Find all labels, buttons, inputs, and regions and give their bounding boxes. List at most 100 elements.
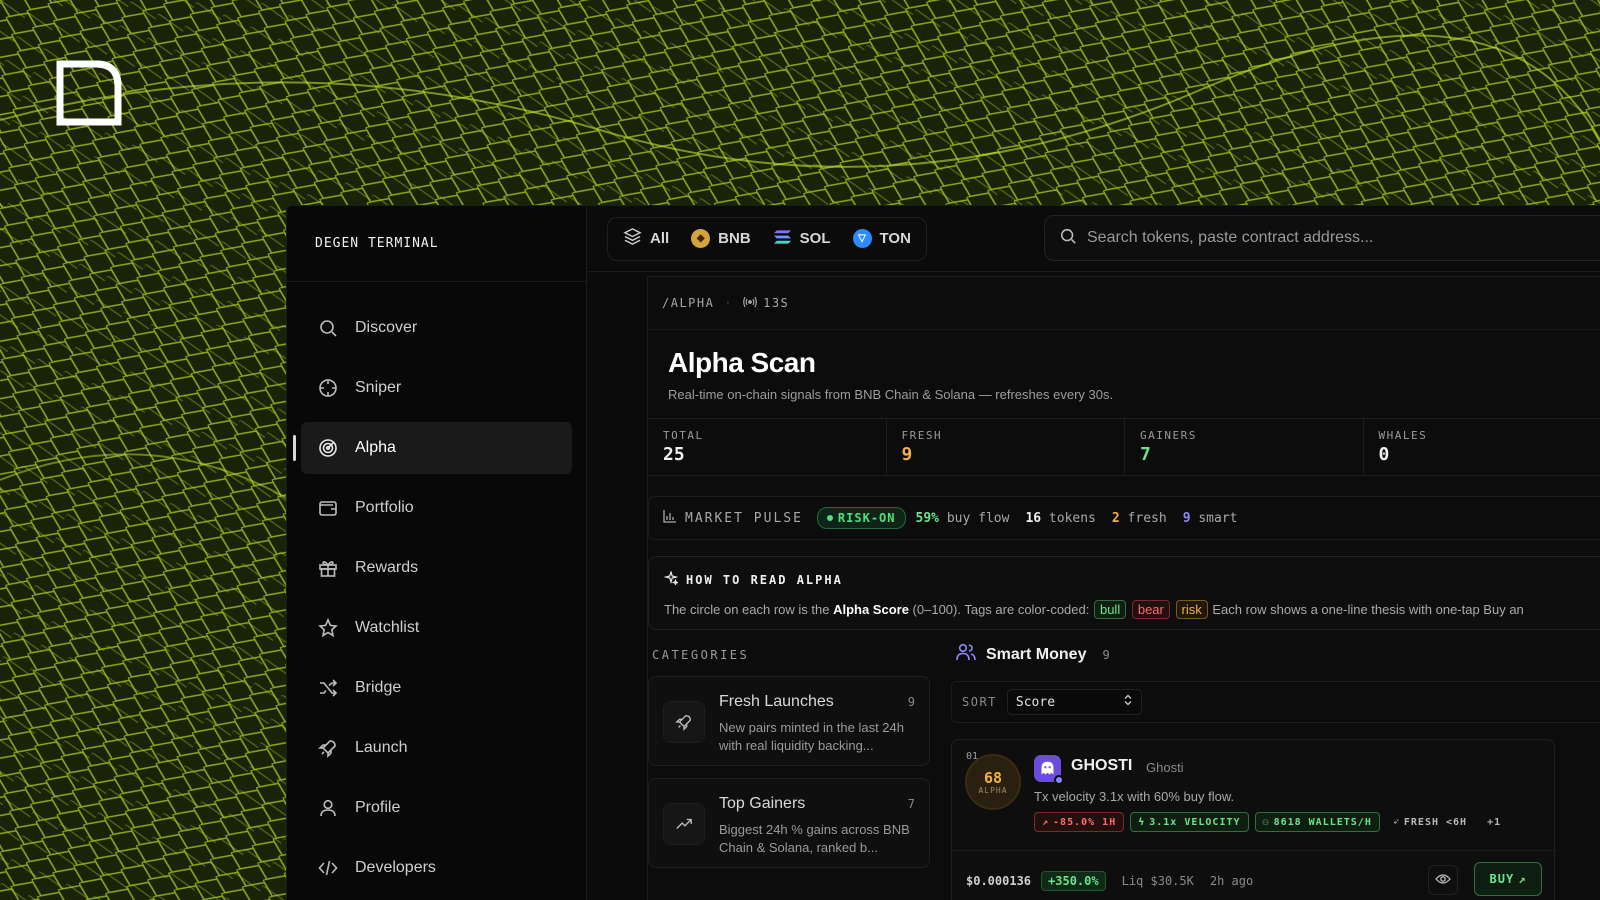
category-card-top-gainers[interactable]: Top Gainers 7 Biggest 24h % gains across…	[648, 778, 930, 868]
ton-icon: ▽	[852, 229, 872, 248]
sidebar-item-label: Bridge	[355, 679, 402, 696]
star-icon	[317, 617, 339, 639]
code-icon	[317, 857, 339, 879]
tokens-count: 16	[1025, 510, 1042, 526]
price-change-badge: +350.0%	[1041, 870, 1106, 891]
stat-fresh: FRESH 9	[887, 419, 1126, 475]
chain-badge-icon	[1054, 775, 1064, 785]
market-pulse-label: MARKET PULSE	[685, 510, 803, 526]
stat-label: FRESH	[901, 429, 943, 442]
watch-button[interactable]	[1428, 865, 1458, 895]
categories-heading: CATEGORIES	[652, 648, 750, 662]
badge-fresh: ➶ FRESH <6H	[1386, 812, 1474, 832]
sidebar-item-portfolio[interactable]: Portfolio	[301, 482, 572, 534]
badge-text: FRESH <6H	[1403, 816, 1468, 828]
chain-tab-ton[interactable]: ▽ TON	[844, 222, 920, 256]
howto-text: (0–100). Tags are color-coded:	[908, 602, 1093, 617]
howto-header: HOW TO READ ALPHA	[663, 569, 1587, 588]
eye-icon	[1435, 873, 1451, 888]
chain-label: SOL	[799, 230, 831, 247]
breadcrumb: /ALPHA · 13S	[648, 277, 1600, 330]
stat-total: TOTAL 25	[648, 419, 887, 475]
sidebar-item-alpha[interactable]: Alpha	[293, 422, 572, 474]
smart-count: 9	[1182, 510, 1191, 526]
sidebar-item-label: Discover	[355, 319, 418, 336]
howto-emphasis: Alpha Score	[833, 602, 909, 617]
solana-icon	[773, 229, 792, 249]
radar-icon	[317, 437, 339, 459]
gift-icon	[317, 557, 339, 579]
badge-text: 3.1x VELOCITY	[1149, 816, 1241, 828]
badge-wallets: ⚇ 8618 WALLETS/H	[1254, 812, 1380, 832]
stat-label: WHALES	[1378, 429, 1428, 442]
stat-label: TOTAL	[663, 429, 704, 442]
token-row[interactable]: 68 ALPHA 01 GHOSTI Ghosti Tx velocity 3.…	[951, 739, 1556, 900]
sort-label: SORT	[962, 695, 997, 709]
search-input[interactable]	[1087, 229, 1567, 247]
chain-tab-all[interactable]: All	[614, 222, 678, 256]
bar-chart-icon	[663, 509, 677, 527]
smart-money-title: Smart Money	[986, 645, 1087, 663]
category-description: Biggest 24h % gains across BNB Chain & S…	[719, 822, 910, 855]
market-pulse: MARKET PULSE RISK-ON 59% buy flow 16 tok…	[648, 496, 1600, 540]
badge-price-change: ↗ -85.0% 1H	[1034, 812, 1125, 832]
sidebar-item-profile[interactable]: Profile	[301, 782, 572, 834]
wallet-icon	[317, 497, 339, 519]
layers-icon	[623, 227, 642, 250]
sidebar-nav: Discover Sniper Alpha Portfolio Rewards …	[287, 282, 586, 894]
users-icon: ⚇	[1262, 816, 1270, 828]
sidebar-item-label: Portfolio	[355, 499, 414, 516]
chain-tab-bnb[interactable]: ◆ BNB	[682, 222, 760, 256]
sidebar-item-sniper[interactable]: Sniper	[301, 362, 572, 414]
alpha-panel: /ALPHA · 13S Alpha Scan Real-time on-cha…	[647, 276, 1600, 900]
stat-label: GAINERS	[1140, 429, 1197, 442]
sparkles-icon	[663, 569, 680, 588]
crosshair-icon	[317, 377, 339, 399]
rocket-icon	[317, 737, 339, 759]
trending-up-icon	[663, 803, 705, 845]
token-price: $0.000136	[966, 873, 1032, 888]
howto-text: Each row shows a one-line thesis with on…	[1208, 602, 1524, 617]
page-title: Alpha Scan	[668, 347, 816, 378]
sort-select[interactable]: Score	[1006, 689, 1142, 715]
fresh-count: 2	[1111, 510, 1120, 526]
sidebar-item-bridge[interactable]: Bridge	[301, 662, 572, 714]
badge-more[interactable]: +1	[1480, 812, 1508, 832]
sidebar-item-discover[interactable]: Discover	[301, 302, 572, 354]
bnb-icon: ◆	[691, 229, 711, 248]
stats-strip: TOTAL 25 FRESH 9 GAINERS 7 WHALES 0	[648, 418, 1600, 476]
buy-flow-pct: 59%	[915, 510, 939, 526]
chain-tab-sol[interactable]: SOL	[764, 222, 840, 256]
smart-stat: 9 smart	[1183, 511, 1238, 526]
search-box[interactable]	[1044, 215, 1600, 261]
chevron-updown-icon	[1123, 694, 1133, 710]
logo-icon	[56, 60, 122, 126]
row-footer: $0.000136 +350.0% Liq $30.5K 2h ago BUY …	[952, 850, 1556, 900]
sidebar-item-rewards[interactable]: Rewards	[301, 542, 572, 594]
main-area: All ◆ BNB SOL ▽ TON Search tokens, paste…	[587, 206, 1600, 900]
category-title: Top Gainers	[719, 795, 806, 812]
stat-value: 9	[901, 444, 913, 465]
category-title: Fresh Launches	[719, 693, 834, 710]
smart-money-header: Smart Money 9	[956, 643, 1110, 666]
stat-value: 7	[1140, 444, 1151, 465]
sidebar-item-developers[interactable]: Developers	[301, 842, 572, 894]
rocket-icon: ➶	[1392, 816, 1400, 828]
brand[interactable]: DEGEN TERMINAL	[287, 206, 586, 282]
signal-badges: ↗ -85.0% 1H ϟ 3.1x VELOCITY ⚇ 8618 WALLETS/…	[1034, 812, 1508, 832]
token-thesis: Tx velocity 3.1x with 60% buy flow.	[1034, 789, 1235, 804]
sidebar-item-watchlist[interactable]: Watchlist	[301, 602, 572, 654]
tag-risk: risk	[1175, 600, 1208, 619]
liquidity: Liq $30.5K	[1121, 873, 1194, 888]
category-card-fresh-launches[interactable]: Fresh Launches 9 New pairs minted in the…	[648, 676, 930, 766]
tokens-label: tokens	[1048, 510, 1096, 526]
buy-button[interactable]: BUY ↗	[1474, 862, 1542, 896]
alpha-score-value: 68	[983, 768, 1003, 787]
search-icon	[317, 317, 339, 339]
sidebar-item-label: Alpha	[355, 439, 396, 456]
sidebar-item-label: Profile	[355, 799, 401, 816]
trending-down-icon: ↗	[1042, 816, 1050, 828]
refresh-countdown: 13S	[763, 296, 790, 310]
sidebar-item-launch[interactable]: Launch	[301, 722, 572, 774]
howto-title: HOW TO READ ALPHA	[686, 572, 843, 587]
